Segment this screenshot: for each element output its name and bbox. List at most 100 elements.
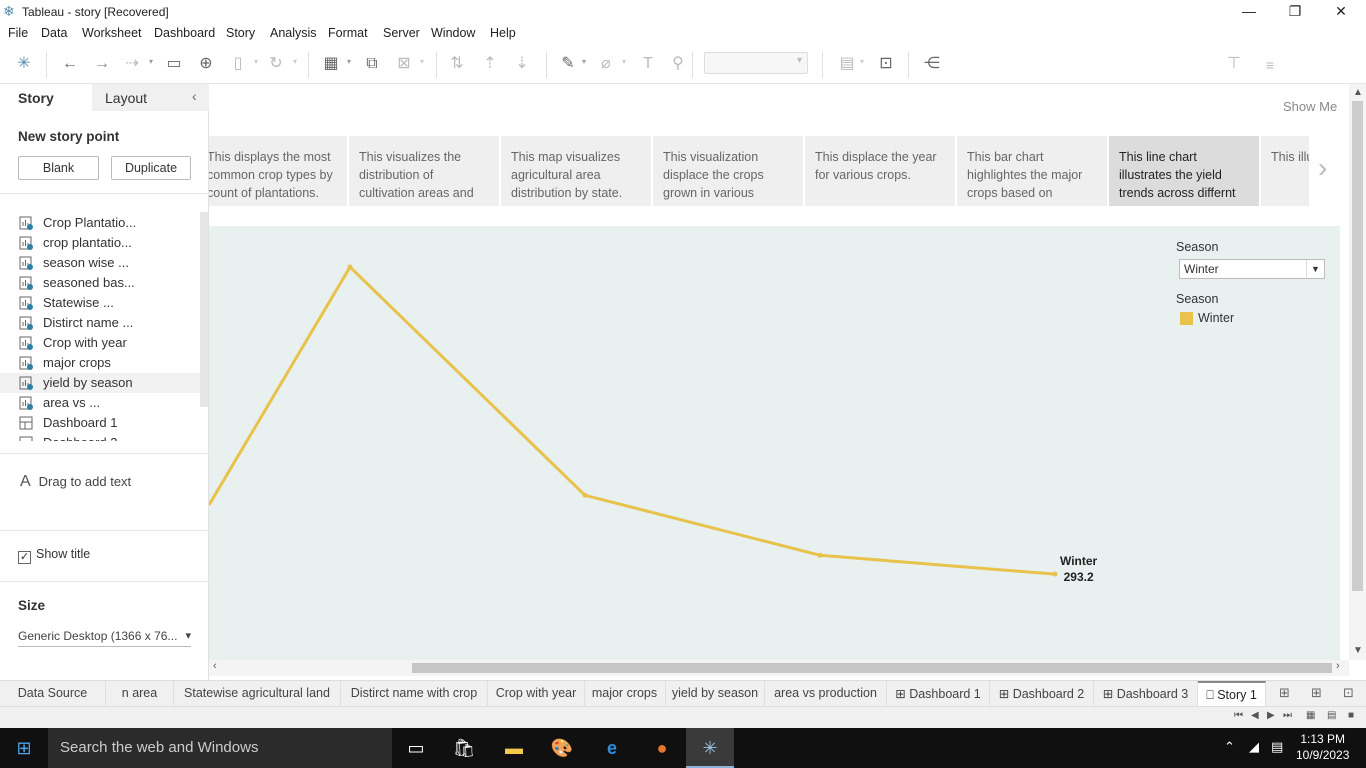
dropdown-arrow-icon[interactable]: ▼ bbox=[1306, 260, 1324, 278]
scroll-right-icon[interactable]: › bbox=[1336, 660, 1340, 672]
scroll-thumb[interactable] bbox=[412, 663, 1332, 673]
group-icon[interactable]: ⌀ bbox=[596, 54, 616, 74]
filmstrip-icon[interactable]: ▦ bbox=[1306, 710, 1315, 721]
data-point[interactable] bbox=[347, 264, 353, 270]
sort-descending-icon[interactable]: ⇣ bbox=[512, 54, 532, 74]
highlight-icon[interactable]: ✎ bbox=[558, 54, 578, 74]
sheet-list-item[interactable]: seasoned bas... bbox=[0, 273, 200, 293]
story-point[interactable]: This displays the most common crop types… bbox=[209, 136, 347, 206]
sheet-tab[interactable]: Statewise agricultural land bbox=[174, 681, 341, 707]
swap-icon[interactable]: ⇅ bbox=[447, 54, 467, 74]
menu-worksheet[interactable]: Worksheet bbox=[82, 26, 142, 40]
sheet-list-item[interactable]: major crops bbox=[0, 353, 200, 373]
story-point[interactable]: This bar chart highlightes the major cro… bbox=[957, 136, 1107, 206]
sheet-tab[interactable]: ⎕ Story 1 bbox=[1198, 681, 1266, 707]
fix-axes-icon[interactable]: ⚲ bbox=[668, 54, 688, 74]
paint-icon[interactable]: 🎨 bbox=[538, 728, 586, 768]
legend-item[interactable]: Winter bbox=[1198, 311, 1234, 325]
last-sheet-icon[interactable]: ⏭ bbox=[1283, 710, 1292, 721]
sheet-list-item[interactable]: Distirct name ... bbox=[0, 313, 200, 333]
fit-icon[interactable]: ▤ bbox=[836, 54, 858, 74]
size-select[interactable]: Generic Desktop (1366 x 76... bbox=[18, 629, 191, 647]
sheet-list-item[interactable]: area vs ... bbox=[0, 393, 200, 413]
sheet-list-item[interactable]: season wise ... bbox=[0, 253, 200, 273]
labels-icon[interactable]: T bbox=[638, 54, 658, 74]
replay-icon[interactable]: ⇢ bbox=[122, 54, 142, 74]
new-dashboard-tab-icon[interactable]: ⊞ bbox=[1311, 685, 1322, 701]
save-icon[interactable]: ▭ bbox=[164, 54, 184, 74]
sheet-tab[interactable]: major crops bbox=[584, 681, 666, 707]
sheet-tab[interactable]: Distirct name with crop bbox=[341, 681, 488, 707]
sort-ascending-icon[interactable]: ⇡ bbox=[480, 54, 500, 74]
scroll-thumb[interactable] bbox=[1352, 101, 1363, 591]
pause-updates-icon[interactable]: ▯ bbox=[228, 54, 248, 74]
duplicate-button[interactable]: Duplicate bbox=[111, 156, 191, 180]
horizontal-scrollbar[interactable]: ‹ › bbox=[209, 660, 1349, 676]
sheet-tab[interactable]: ⊞ Dashboard 3 bbox=[1094, 681, 1198, 707]
network-icon[interactable]: ◢ bbox=[1249, 739, 1259, 755]
scroll-left-icon[interactable]: ‹ bbox=[213, 660, 217, 672]
show-me-button[interactable]: Show Me bbox=[1283, 99, 1337, 114]
scroll-up-icon[interactable]: ▲ bbox=[1353, 87, 1363, 98]
fit-combo[interactable] bbox=[704, 52, 808, 74]
menu-file[interactable]: File bbox=[8, 26, 28, 40]
story-point[interactable]: This map visualizes agricultural area di… bbox=[501, 136, 651, 206]
show-title-checkbox[interactable]: ✓ Show title bbox=[18, 547, 90, 564]
sheet-list-item[interactable]: crop plantatio... bbox=[0, 233, 200, 253]
season-filter[interactable]: Winter ▼ bbox=[1179, 259, 1325, 279]
sheet-tab[interactable]: n area bbox=[106, 681, 174, 707]
show-hide-cards-icon[interactable]: ⊤ bbox=[1224, 54, 1244, 74]
data-point[interactable] bbox=[817, 552, 823, 558]
blank-button[interactable]: Blank bbox=[18, 156, 99, 180]
first-sheet-icon[interactable]: ⏮ bbox=[1234, 710, 1243, 721]
data-point[interactable] bbox=[582, 492, 588, 498]
sheet-tab[interactable]: yield by season bbox=[666, 681, 765, 707]
menu-data[interactable]: Data bbox=[41, 26, 67, 40]
firefox-icon[interactable]: ● bbox=[638, 728, 686, 768]
share-icon[interactable]: ⋲ bbox=[922, 54, 942, 74]
file-explorer-icon[interactable]: ▬ bbox=[490, 728, 538, 768]
sheet-list-item[interactable]: Crop Plantatio... bbox=[0, 213, 200, 233]
story-point[interactable]: This visualization displace the crops gr… bbox=[653, 136, 803, 206]
new-story-tab-icon[interactable]: ⊡ bbox=[1343, 685, 1354, 701]
sheet-list-item[interactable]: Statewise ... bbox=[0, 293, 200, 313]
data-point[interactable] bbox=[1052, 571, 1058, 577]
story-point[interactable]: This displace the year for various crops… bbox=[805, 136, 955, 206]
menu-analysis[interactable]: Analysis bbox=[270, 26, 317, 40]
sheet-list-item[interactable]: Crop with year bbox=[0, 333, 200, 353]
drag-text-item[interactable]: A Drag to add text bbox=[20, 473, 131, 491]
clear-sheet-icon[interactable]: ⊠ bbox=[394, 54, 414, 74]
sheet-tab[interactable]: ⊞ Dashboard 1 bbox=[887, 681, 990, 707]
edge-browser-icon[interactable]: e bbox=[588, 728, 636, 768]
menu-server[interactable]: Server bbox=[383, 26, 420, 40]
sheet-sorter-icon[interactable]: ▤ bbox=[1327, 710, 1336, 721]
restore-icon[interactable]: ❐ bbox=[1272, 0, 1318, 24]
story-point[interactable]: This line chart illustrates the yield tr… bbox=[1109, 136, 1259, 206]
next-sheet-icon[interactable]: ▶ bbox=[1267, 710, 1275, 721]
menu-dashboard[interactable]: Dashboard bbox=[154, 26, 215, 40]
menu-window[interactable]: Window bbox=[431, 26, 475, 40]
vertical-scrollbar[interactable]: ▲ ▼ bbox=[1349, 84, 1366, 660]
chevron-right-icon[interactable]: › bbox=[1318, 152, 1327, 184]
redo-icon[interactable]: → bbox=[92, 54, 112, 74]
new-data-source-icon[interactable]: ⊕ bbox=[196, 54, 216, 74]
menu-format[interactable]: Format bbox=[328, 26, 368, 40]
windows-start-icon[interactable]: ⊞ bbox=[0, 728, 48, 768]
notifications-icon[interactable]: ▤ bbox=[1271, 739, 1283, 755]
tableau-taskbar-icon[interactable]: ✳ bbox=[686, 728, 734, 768]
collapse-pane-icon[interactable]: ‹ bbox=[192, 88, 197, 104]
scroll-down-icon[interactable]: ▼ bbox=[1353, 645, 1363, 656]
sheet-list-item[interactable]: yield by season bbox=[0, 373, 200, 393]
new-worksheet-tab-icon[interactable]: ⊞ bbox=[1279, 685, 1290, 701]
menu-help[interactable]: Help bbox=[490, 26, 516, 40]
sheet-tab[interactable]: Crop with year bbox=[488, 681, 585, 707]
taskbar-search[interactable]: Search the web and Windows bbox=[48, 728, 392, 768]
task-view-icon[interactable]: ▭ bbox=[392, 728, 440, 768]
duplicate-sheet-icon[interactable]: ⧉ bbox=[362, 54, 382, 74]
tableau-home-icon[interactable]: ✳ bbox=[14, 54, 34, 74]
store-icon[interactable]: 🛍 bbox=[440, 728, 488, 768]
show-hidden-icons-icon[interactable]: ⌃ bbox=[1224, 739, 1235, 755]
tab-story[interactable]: Story bbox=[0, 84, 92, 111]
story-point[interactable]: This illu relatio area ar bbox=[1261, 136, 1309, 206]
sheet-list-item[interactable]: Dashboard 1 bbox=[0, 413, 200, 433]
